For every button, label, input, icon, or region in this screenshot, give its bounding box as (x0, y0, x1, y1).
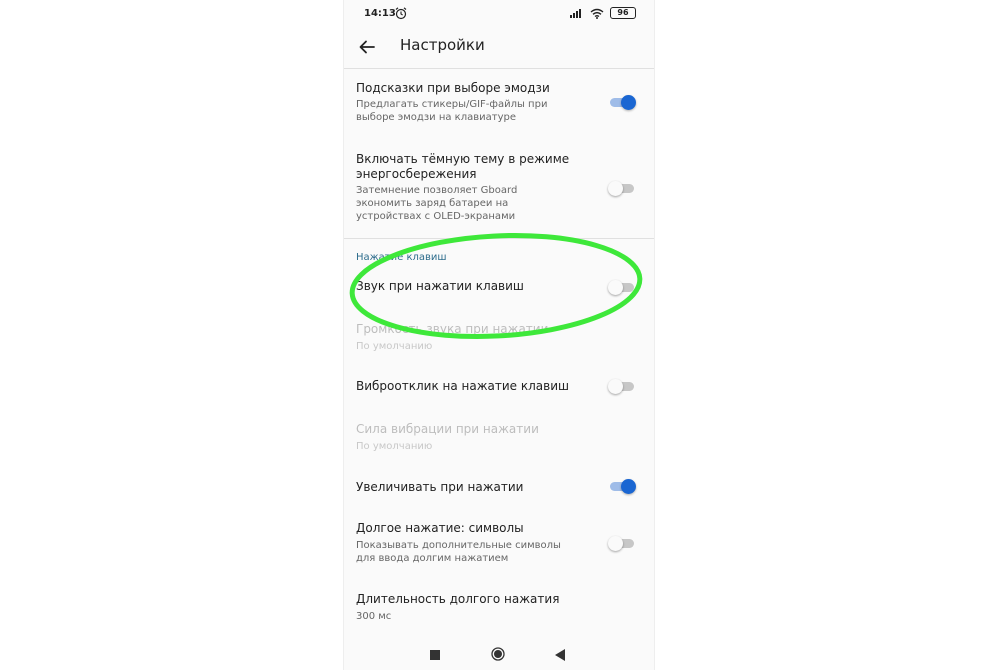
vibration-toggle[interactable] (608, 378, 636, 394)
setting-subtitle: 300 мс (356, 611, 392, 622)
section-divider (344, 238, 654, 239)
setting-emoji-hints[interactable]: Подсказки при выборе эмодзи Предлагать с… (344, 72, 654, 132)
phone-screen: 14:13 96 Настройки Подсказки при выборе … (343, 0, 655, 670)
setting-title: Громкость звука при нажатии (356, 322, 549, 336)
home-icon[interactable] (491, 647, 505, 661)
dark-theme-toggle[interactable] (608, 180, 636, 196)
setting-subtitle: Предлагать стикеры/GIF-файлы при выборе … (356, 99, 548, 123)
setting-title: Звук при нажатии клавиш (356, 279, 524, 293)
navigation-bar (344, 640, 654, 670)
emoji-hints-toggle[interactable] (608, 94, 636, 110)
section-header-keypress: Нажатие клавиш (356, 252, 447, 263)
setting-title: Подсказки при выборе эмодзи (356, 81, 550, 95)
setting-subtitle: Затемнение позволяет Gboard экономить за… (356, 185, 518, 222)
setting-vibration-strength: Сила вибрации при нажатии По умолчанию (344, 416, 654, 456)
setting-title: Виброотклик на нажатие клавиш (356, 379, 569, 393)
long-press-symbols-toggle[interactable] (608, 535, 636, 551)
app-toolbar: Настройки (344, 28, 654, 69)
status-time: 14:13 (364, 8, 396, 19)
setting-long-press-symbols[interactable]: Долгое нажатие: символы Показывать допол… (344, 515, 654, 567)
status-bar: 14:13 96 (344, 0, 654, 28)
battery-icon: 96 (610, 7, 636, 19)
setting-vibration[interactable]: Виброотклик на нажатие клавиш (344, 372, 654, 404)
setting-title: Долгое нажатие: символы (356, 521, 524, 535)
setting-key-sound[interactable]: Звук при нажатии клавиш (344, 272, 654, 304)
key-sound-toggle[interactable] (608, 279, 636, 295)
setting-subtitle: Показывать дополнительные символы для вв… (356, 540, 561, 564)
setting-dark-theme[interactable]: Включать тёмную тему в режиме энергосбер… (344, 146, 654, 236)
magnify-toggle[interactable] (608, 478, 636, 494)
setting-subtitle: По умолчанию (356, 341, 433, 352)
alarm-clock-icon (395, 7, 407, 20)
setting-sound-volume: Громкость звука при нажатии По умолчанию (344, 316, 654, 356)
status-icons: 96 (570, 7, 636, 19)
setting-subtitle: По умолчанию (356, 441, 433, 452)
page-title: Настройки (400, 36, 485, 54)
setting-title: Увеличивать при нажатии (356, 480, 524, 494)
signal-icon (570, 9, 581, 18)
setting-magnify[interactable]: Увеличивать при нажатии (344, 473, 654, 505)
setting-title: Включать тёмную тему в режиме энергосбер… (356, 152, 570, 181)
nav-back-icon[interactable] (554, 648, 566, 662)
wifi-icon (590, 8, 604, 19)
setting-title: Длительность долгого нажатия (356, 592, 560, 606)
recent-apps-icon[interactable] (430, 650, 440, 660)
setting-long-press-duration[interactable]: Длительность долгого нажатия 300 мс (344, 586, 654, 626)
setting-title: Сила вибрации при нажатии (356, 422, 539, 436)
arrow-left-icon[interactable] (356, 36, 378, 58)
